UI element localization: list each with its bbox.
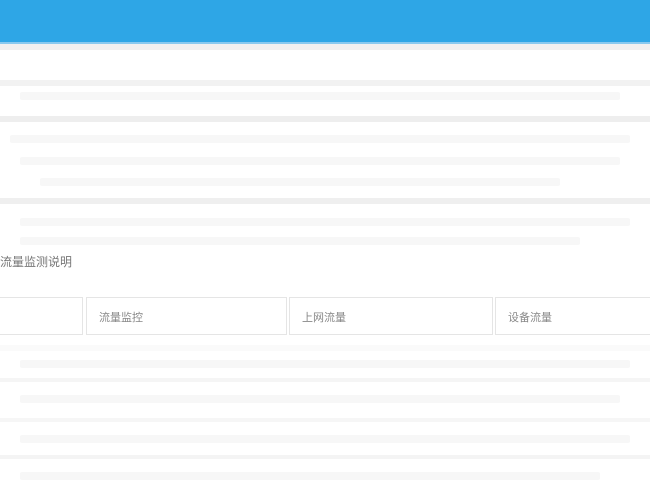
- content-band: [0, 345, 650, 351]
- faint-text-line: [20, 435, 630, 443]
- content-band: [0, 418, 650, 422]
- tab-label: 上网流量: [302, 311, 346, 324]
- faint-text-line: [20, 218, 630, 226]
- faint-text-line: [20, 157, 620, 165]
- faint-text-line: [20, 360, 630, 368]
- content-band: [0, 455, 650, 459]
- faint-text-line: [20, 237, 580, 245]
- page: 流量监测说明 流量监控 上网流量 设备流量: [0, 0, 650, 500]
- tab-0[interactable]: [0, 297, 83, 335]
- divider: [0, 116, 650, 122]
- tab-label: 设备流量: [508, 311, 552, 324]
- faint-text-line: [20, 92, 620, 100]
- tab-internet-traffic[interactable]: 上网流量: [289, 297, 493, 335]
- section-description-label: 流量监测说明: [0, 255, 73, 269]
- tab-traffic-monitor[interactable]: 流量监控: [86, 297, 287, 335]
- divider: [0, 198, 650, 204]
- faint-text-line: [10, 135, 630, 143]
- content-band: [0, 378, 650, 382]
- tab-label: 流量监控: [99, 311, 143, 324]
- divider: [0, 44, 650, 50]
- tab-device-traffic[interactable]: 设备流量: [495, 297, 650, 335]
- faint-text-line: [20, 472, 600, 480]
- faint-text-line: [40, 178, 560, 186]
- top-header-bar: [0, 0, 650, 44]
- faint-text-line: [20, 395, 620, 403]
- divider: [0, 80, 650, 86]
